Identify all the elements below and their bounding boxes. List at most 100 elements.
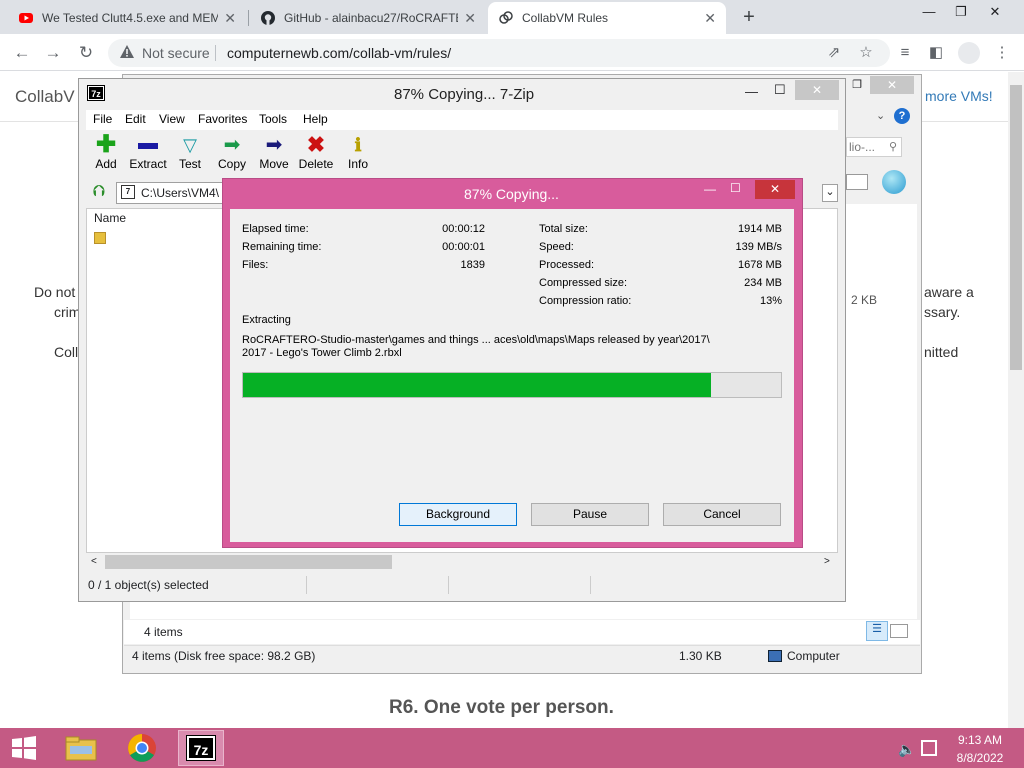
chevron-down-icon[interactable]: ⌄ [822,184,838,202]
up-folder-icon[interactable]: ⮉ [90,183,108,201]
maximize-icon[interactable]: ☐ [774,82,786,98]
volume-muted-icon[interactable]: 🔈 [898,741,915,758]
processed-value: 1678 MB [737,259,782,271]
forward-arrow-icon[interactable]: → [42,42,64,64]
large-icons-view-icon[interactable] [890,624,908,638]
tab-collabvm-rules[interactable]: CollabVM Rules ✕ [488,2,726,34]
tab-label: CollabVM Rules [522,11,609,25]
button-label: Add [95,157,117,171]
menu-file[interactable]: File [93,112,112,126]
remaining-value: 00:00:01 [442,241,485,253]
windows-start-icon[interactable] [10,735,38,761]
close-tab-icon[interactable]: ✕ [704,10,716,27]
profile-avatar[interactable] [958,42,980,64]
folder-icon[interactable] [94,232,106,244]
warning-icon[interactable] [119,44,135,60]
reload-icon[interactable]: ↻ [75,42,97,64]
menu-view[interactable]: View [159,112,185,126]
speed-label: Speed: [539,241,574,253]
restore-icon[interactable]: ❐ [946,0,976,24]
minimize-icon[interactable]: — [745,84,758,99]
close-tab-icon[interactable]: ✕ [224,10,236,27]
chrome-taskbar-icon[interactable] [119,730,165,766]
close-icon[interactable]: ✕ [870,76,914,94]
rule-text-fragment: nitted [924,344,959,360]
background-button[interactable]: Background [399,503,517,526]
site-title[interactable]: CollabV [15,87,75,107]
search-input[interactable]: lio-... ⚲ [846,137,902,157]
compressed-size-value: 234 MB [744,277,782,289]
scroll-left-icon[interactable]: < [91,556,97,567]
details-view-icon[interactable]: ☰ [866,621,888,641]
back-arrow-icon[interactable]: ← [11,42,33,64]
file-explorer-taskbar-icon[interactable] [58,730,104,766]
rule-heading: R6. One vote per person. [389,697,614,718]
elapsed-label: Elapsed time: [242,223,309,235]
path-text: C:\Users\VM4\ [141,186,220,200]
menu-favorites[interactable]: Favorites [198,112,247,126]
menu-tools[interactable]: Tools [259,112,287,126]
more-vms-link[interactable]: more VMs! [925,88,993,104]
files-label: Files: [242,259,269,271]
cancel-button[interactable]: Cancel [663,503,781,526]
speed-value: 139 MB/s [735,241,782,253]
rule-text-fragment: Do not [34,284,76,300]
url-text[interactable]: computernewb.com/collab-vm/rules/ [227,45,451,61]
copy-button[interactable]: ➡ Copy [211,133,253,175]
network-icon[interactable] [921,740,937,756]
help-icon[interactable]: ? [894,108,910,124]
rule-text-fragment: Coll [54,344,79,360]
pause-button[interactable]: Pause [531,503,649,526]
menu-help[interactable]: Help [303,112,328,126]
info-icon: ℹ [354,135,362,155]
globe-icon[interactable] [882,170,906,194]
new-tab-button[interactable]: + [739,6,759,29]
close-icon[interactable]: ✕ [980,0,1010,24]
column-header-name[interactable]: Name [94,211,126,225]
status-divider [590,576,591,594]
address-bar[interactable] [108,39,890,67]
side-panel-icon[interactable]: ◧ [926,43,946,63]
tab-label: We Tested Clutt4.5.exe and MEM... [42,11,219,25]
explorer-count-bar [124,620,920,644]
clock-time[interactable]: 9:13 AM [950,733,1010,747]
add-button[interactable]: ✚ Add [85,133,127,175]
button-label: Copy [217,157,246,171]
reading-list-icon[interactable]: ≡ [895,43,915,63]
tab-github[interactable]: GitHub - alainbacu27/RoCRAFTE... ✕ [250,2,486,34]
restore-icon[interactable]: ❐ [846,78,868,96]
star-icon[interactable]: ☆ [856,43,876,63]
security-status[interactable]: Not secure [142,45,210,61]
scrollbar-thumb[interactable] [1010,85,1022,370]
maximize-icon[interactable]: ☐ [730,181,741,195]
minimize-icon[interactable]: — [914,0,944,24]
scrollbar-thumb[interactable] [105,555,392,569]
menu-edit[interactable]: Edit [125,112,146,126]
delete-button[interactable]: ✖ Delete [295,133,337,175]
minimize-icon[interactable]: — [704,182,716,196]
chevron-down-icon[interactable]: ⌄ [876,109,885,122]
7zip-taskbar-icon[interactable]: 7z [178,730,224,766]
copy-arrow-icon: ➡ [223,134,241,156]
share-icon[interactable]: ⇗ [824,43,844,63]
action-label: Extracting [242,314,291,326]
close-icon[interactable]: ✕ [795,80,839,100]
test-button[interactable]: ▽ Test [169,133,211,175]
move-button[interactable]: ➡ Move [253,133,295,175]
info-button[interactable]: ℹ Info [337,133,379,175]
tab-youtube[interactable]: We Tested Clutt4.5.exe and MEM... ✕ [8,2,246,34]
close-tab-icon[interactable]: ✕ [464,10,476,27]
view-pane-icon[interactable] [846,174,868,190]
url-separator [215,45,216,61]
tab-label: GitHub - alainbacu27/RoCRAFTE... [284,11,459,25]
status-items: 4 items (Disk free space: 98.2 GB) [132,649,316,663]
clock-date[interactable]: 8/8/2022 [950,751,1010,765]
dialog-title: 87% Copying... [464,186,559,202]
scroll-right-icon[interactable]: > [824,556,830,567]
youtube-icon [19,13,33,23]
close-icon[interactable]: ✕ [755,180,795,199]
current-file-line1: RoCRAFTERO-Studio-master\games and thing… [242,334,710,346]
check-icon: ▽ [183,135,197,155]
menu-kebab-icon[interactable]: ⋮ [992,43,1012,63]
extract-button[interactable]: Extract [127,133,169,175]
